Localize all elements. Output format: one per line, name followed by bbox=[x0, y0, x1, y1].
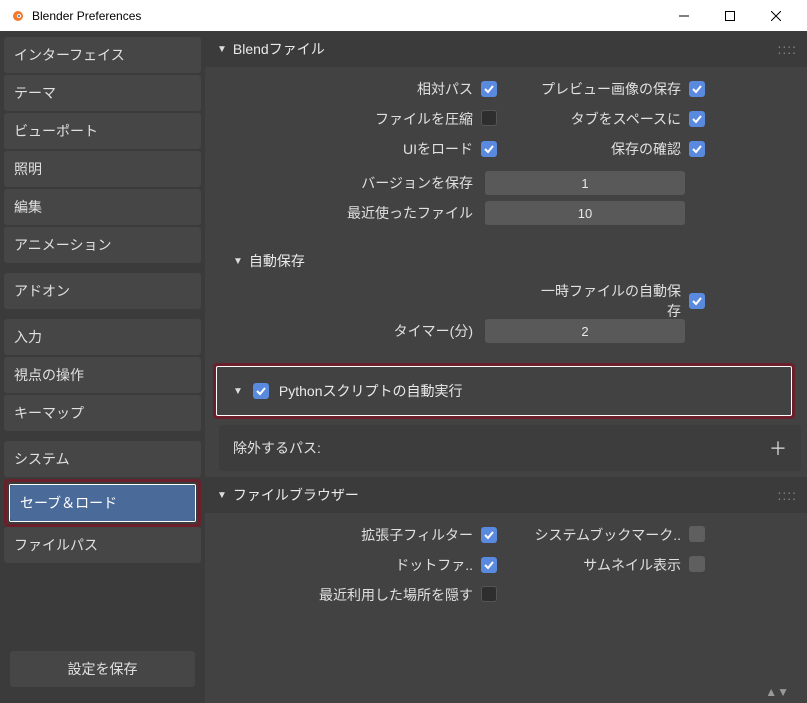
timer-label: タイマー(分) bbox=[221, 321, 481, 341]
add-exclude-button[interactable]: ＋ bbox=[769, 435, 787, 461]
nav-interface[interactable]: インターフェイス bbox=[4, 37, 201, 73]
nav-lighting[interactable]: 照明 bbox=[4, 151, 201, 187]
autosave-title: 自動保存 bbox=[249, 251, 305, 271]
versions-input[interactable]: 1 bbox=[485, 171, 685, 195]
ext-filter-label: 拡張子フィルター bbox=[221, 525, 481, 545]
nav-animation[interactable]: アニメーション bbox=[4, 227, 201, 263]
autosave-temp-checkbox[interactable] bbox=[689, 293, 705, 309]
relative-paths-checkbox[interactable] bbox=[481, 81, 497, 97]
ext-filter-checkbox[interactable] bbox=[481, 527, 497, 543]
python-autoexec-header[interactable]: ▼ Pythonスクリプトの自動実行 bbox=[233, 381, 775, 401]
timer-input[interactable]: 2 bbox=[485, 319, 685, 343]
python-autoexec-checkbox[interactable] bbox=[253, 383, 269, 399]
tabs-spaces-label: タブをスペースに bbox=[529, 109, 689, 129]
compress-label: ファイルを圧縮 bbox=[221, 109, 481, 129]
thumbnails-label: サムネイル表示 bbox=[529, 555, 689, 575]
preview-label: プレビュー画像の保存 bbox=[529, 79, 689, 99]
autosave-temp-label: 一時ファイルの自動保存 bbox=[529, 281, 689, 321]
disclosure-icon: ▼ bbox=[233, 386, 243, 397]
nav-editing[interactable]: 編集 bbox=[4, 189, 201, 225]
nav-input[interactable]: 入力 bbox=[4, 319, 201, 355]
versions-label: バージョンを保存 bbox=[221, 173, 481, 193]
blend-file-header[interactable]: ▼ Blendファイル :::: bbox=[205, 31, 807, 67]
nav-keymap[interactable]: キーマップ bbox=[4, 395, 201, 431]
maximize-button[interactable] bbox=[707, 0, 753, 31]
relative-paths-label: 相対パス bbox=[221, 79, 481, 99]
disclosure-icon: ▼ bbox=[217, 44, 227, 55]
save-prompt-label: 保存の確認 bbox=[529, 139, 689, 159]
close-button[interactable] bbox=[753, 0, 799, 31]
scroll-indicator-icon[interactable]: ▲▼ bbox=[765, 685, 789, 699]
nav-filepaths[interactable]: ファイルパス bbox=[4, 527, 201, 563]
blend-file-title: Blendファイル bbox=[233, 39, 325, 59]
nav-theme[interactable]: テーマ bbox=[4, 75, 201, 111]
disclosure-icon: ▼ bbox=[233, 256, 243, 267]
exclude-paths-label: 除外するパス: bbox=[233, 438, 321, 458]
drag-icon[interactable]: :::: bbox=[777, 41, 797, 57]
hide-recent-checkbox[interactable] bbox=[481, 586, 497, 602]
content-area: ▼ Blendファイル :::: 相対パス プレビュー画像の保存 ファイルを圧縮… bbox=[205, 31, 807, 703]
blender-icon bbox=[8, 8, 24, 24]
bookmarks-checkbox[interactable] bbox=[689, 526, 705, 542]
nav-system[interactable]: システム bbox=[4, 441, 201, 477]
drag-icon[interactable]: :::: bbox=[777, 487, 797, 503]
save-prompt-checkbox[interactable] bbox=[689, 141, 705, 157]
autosave-header[interactable]: ▼ 自動保存 bbox=[233, 247, 791, 275]
exclude-paths-row: 除外するパス: ＋ bbox=[219, 425, 801, 471]
filebrowser-header[interactable]: ▼ ファイルブラウザー :::: bbox=[205, 477, 807, 513]
titlebar: Blender Preferences bbox=[0, 0, 807, 31]
tabs-spaces-checkbox[interactable] bbox=[689, 111, 705, 127]
sidebar: インターフェイス テーマ ビューポート 照明 編集 アニメーション アドオン 入… bbox=[0, 31, 205, 703]
load-ui-label: UIをロード bbox=[221, 139, 481, 159]
nav-viewport[interactable]: ビューポート bbox=[4, 113, 201, 149]
preview-checkbox[interactable] bbox=[689, 81, 705, 97]
dotfiles-checkbox[interactable] bbox=[481, 557, 497, 573]
load-ui-checkbox[interactable] bbox=[481, 141, 497, 157]
disclosure-icon: ▼ bbox=[217, 490, 227, 501]
nav-addons[interactable]: アドオン bbox=[4, 273, 201, 309]
recent-input[interactable]: 10 bbox=[485, 201, 685, 225]
window-title: Blender Preferences bbox=[32, 9, 661, 23]
filebrowser-title: ファイルブラウザー bbox=[233, 485, 359, 505]
nav-navigation[interactable]: 視点の操作 bbox=[4, 357, 201, 393]
nav-save-load[interactable]: セーブ＆ロード bbox=[10, 485, 195, 521]
hide-recent-label: 最近利用した場所を隠す bbox=[221, 585, 481, 605]
dotfiles-label: ドットファ.. bbox=[221, 555, 481, 575]
python-autoexec-label: Pythonスクリプトの自動実行 bbox=[279, 381, 463, 401]
bookmarks-label: システムブックマーク.. bbox=[529, 525, 689, 545]
thumbnails-checkbox[interactable] bbox=[689, 556, 705, 572]
compress-checkbox[interactable] bbox=[481, 110, 497, 126]
minimize-button[interactable] bbox=[661, 0, 707, 31]
recent-label: 最近使ったファイル bbox=[221, 203, 481, 223]
save-preferences-button[interactable]: 設定を保存 bbox=[10, 651, 195, 687]
